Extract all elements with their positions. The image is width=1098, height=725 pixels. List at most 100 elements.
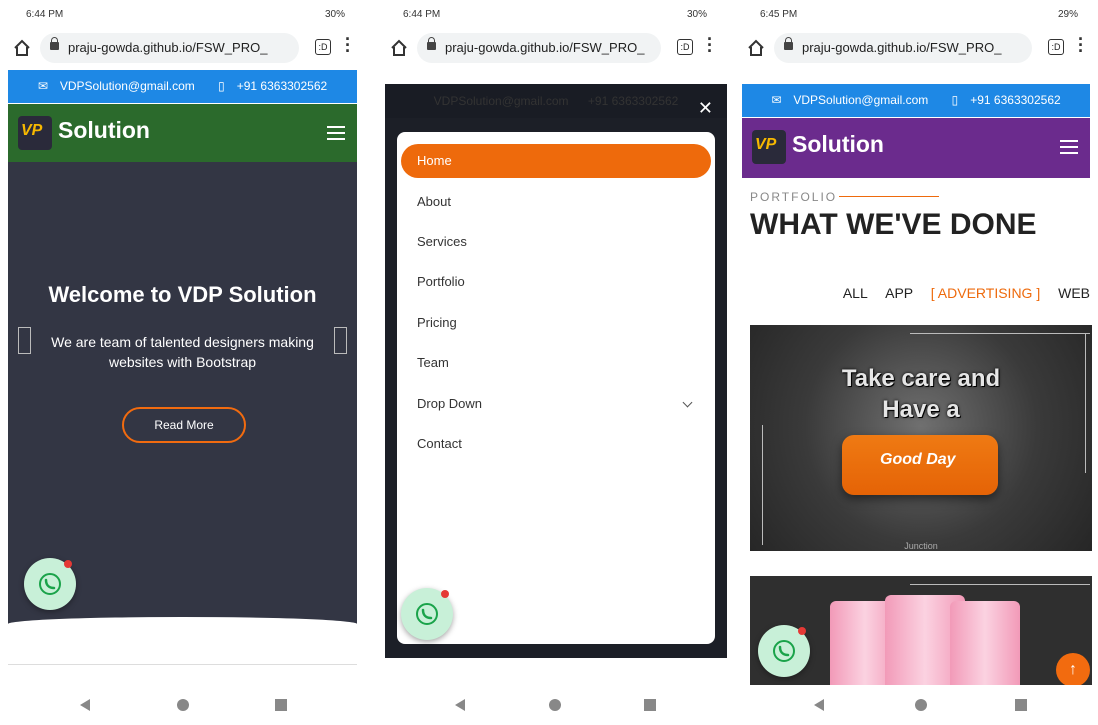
- close-icon[interactable]: ✕: [698, 98, 713, 119]
- card-frame-line: [910, 584, 1090, 585]
- address-bar[interactable]: praju-gowda.github.io/FSW_PRO_: [774, 33, 1032, 63]
- site-logo[interactable]: [752, 130, 786, 164]
- menu-dots-icon[interactable]: · · ·: [343, 30, 353, 60]
- hero-wave: [8, 617, 357, 631]
- section-title: WHAT WE'VE DONE: [750, 208, 1037, 241]
- back-icon[interactable]: [814, 699, 824, 711]
- phone-screen-home: 6:44 PM 30% praju-gowda.github.io/FSW_PR…: [0, 0, 365, 725]
- nav-item-about[interactable]: About: [401, 185, 711, 219]
- whatsapp-icon: [39, 573, 61, 595]
- nav-item-services[interactable]: Services: [401, 225, 711, 259]
- phone-screen-portfolio: 6:45 PM 29% praju-gowda.github.io/FSW_PR…: [734, 0, 1098, 725]
- whatsapp-button[interactable]: [24, 558, 76, 610]
- filter-app[interactable]: APP: [885, 285, 913, 301]
- phone-screen-menu: 6:44 PM 30% praju-gowda.github.io/FSW_PR…: [377, 0, 727, 725]
- nav-item-dropdown-label: Drop Down: [417, 396, 483, 411]
- home-nav-icon[interactable]: [915, 699, 927, 711]
- nav-item-dropdown[interactable]: Drop Down: [401, 387, 711, 421]
- arrow-up-icon[interactable]: ↑: [1056, 653, 1090, 687]
- card-footer-text: Junction: [904, 541, 938, 551]
- phone-icon: ▯: [951, 93, 959, 107]
- notification-dot: [64, 560, 72, 568]
- hamburger-icon[interactable]: [327, 126, 345, 140]
- caption-line-1: Take care and: [841, 365, 1001, 392]
- recents-icon[interactable]: [275, 699, 287, 711]
- kicker-line: [839, 196, 939, 197]
- nav-item-pricing[interactable]: Pricing: [401, 306, 711, 340]
- url-text: praju-gowda.github.io/FSW_PRO_: [802, 40, 1002, 55]
- status-time: 6:44 PM: [403, 9, 441, 20]
- whatsapp-button[interactable]: [758, 625, 810, 677]
- menu-overlay: VDPSolution@gmail.com +91 6363302562 ✕ H…: [385, 84, 727, 658]
- site-header: Solution: [742, 118, 1090, 178]
- address-bar[interactable]: praju-gowda.github.io/FSW_PRO_: [40, 33, 299, 63]
- android-nav-bar: [734, 685, 1098, 725]
- tabs-icon[interactable]: :D: [677, 39, 693, 55]
- carousel-prev-icon[interactable]: [18, 327, 31, 354]
- notification-dot: [798, 627, 806, 635]
- tabs-icon[interactable]: :D: [1048, 39, 1064, 55]
- home-nav-icon[interactable]: [177, 699, 189, 711]
- carousel-next-icon[interactable]: [334, 327, 347, 354]
- menu-dots-icon[interactable]: · · ·: [705, 30, 715, 60]
- hamburger-icon[interactable]: [1060, 140, 1078, 154]
- chevron-down-icon: [682, 397, 693, 408]
- contact-topbar: ✉ VDPSolution@gmail.com ▯ +91 6363302562: [8, 70, 357, 103]
- status-time: 6:44 PM: [26, 9, 64, 20]
- phone-icon: ▯: [218, 79, 225, 93]
- home-icon[interactable]: [746, 38, 766, 58]
- browser-toolbar: praju-gowda.github.io/FSW_PRO_ :D · · ·: [377, 30, 727, 70]
- portfolio-card[interactable]: Take care and Have a Junction: [750, 325, 1092, 551]
- filter-all[interactable]: ALL: [843, 285, 867, 301]
- home-nav-icon[interactable]: [549, 699, 561, 711]
- caption-line-2: Have a: [882, 396, 960, 423]
- phone-link[interactable]: +91 6363302562: [970, 93, 1060, 107]
- tabs-icon[interactable]: :D: [315, 39, 331, 55]
- back-icon[interactable]: [80, 699, 90, 711]
- status-bar: 6:45 PM 29%: [734, 0, 1098, 30]
- hero-title: Welcome to VDP Solution: [48, 282, 317, 307]
- brand-name[interactable]: Solution: [792, 131, 884, 158]
- status-bar: 6:44 PM 30%: [377, 0, 727, 30]
- brand-name[interactable]: Solution: [58, 117, 150, 144]
- whatsapp-button[interactable]: [401, 588, 453, 640]
- mobile-nav-menu: Home About Services Portfolio Pricing Te…: [397, 132, 715, 644]
- nav-item-portfolio[interactable]: Portfolio: [401, 265, 711, 299]
- lock-icon: [427, 37, 436, 50]
- mail-icon: ✉: [771, 93, 782, 107]
- status-battery: 30%: [324, 9, 345, 20]
- menu-dots-icon[interactable]: · · ·: [1076, 30, 1086, 60]
- contact-topbar: ✉ VDPSolution@gmail.com ▯ +91 6363302562: [742, 84, 1090, 117]
- product-image: [842, 435, 998, 495]
- status-battery: 30%: [686, 9, 707, 20]
- back-icon[interactable]: [455, 699, 465, 711]
- hero-section: Welcome to VDP Solution We are team of t…: [8, 162, 357, 627]
- nav-item-contact[interactable]: Contact: [401, 427, 711, 461]
- lock-icon: [784, 37, 793, 50]
- recents-icon[interactable]: [1015, 699, 1027, 711]
- notification-dot: [441, 590, 449, 598]
- email-link: VDPSolution@gmail.com: [433, 94, 569, 108]
- address-bar[interactable]: praju-gowda.github.io/FSW_PRO_: [417, 33, 661, 63]
- site-header: Solution: [8, 104, 357, 162]
- home-icon[interactable]: [12, 38, 32, 58]
- lock-icon: [50, 37, 59, 50]
- phone-link[interactable]: +91 6363302562: [237, 79, 327, 93]
- contact-topbar-dimmed: VDPSolution@gmail.com +91 6363302562: [385, 84, 727, 118]
- nav-item-team[interactable]: Team: [401, 346, 711, 380]
- browser-toolbar: praju-gowda.github.io/FSW_PRO_ :D · · ·: [0, 30, 365, 70]
- email-link[interactable]: VDPSolution@gmail.com: [793, 93, 928, 107]
- site-logo[interactable]: [18, 116, 52, 150]
- filter-advertising[interactable]: [ ADVERTISING ]: [931, 285, 1040, 301]
- recents-icon[interactable]: [644, 699, 656, 711]
- email-link[interactable]: VDPSolution@gmail.com: [60, 79, 195, 93]
- whatsapp-icon: [773, 640, 795, 662]
- whatsapp-icon: [416, 603, 438, 625]
- hero-text: We are team of talented designers making…: [51, 334, 314, 370]
- read-more-button[interactable]: Read More: [122, 407, 246, 443]
- nav-item-home[interactable]: Home: [401, 144, 711, 178]
- filter-web[interactable]: WEB: [1058, 285, 1090, 301]
- home-icon[interactable]: [389, 38, 409, 58]
- portfolio-filters: ALL APP [ ADVERTISING ] WEB: [734, 285, 1090, 301]
- section-kicker: PORTFOLIO: [750, 190, 838, 204]
